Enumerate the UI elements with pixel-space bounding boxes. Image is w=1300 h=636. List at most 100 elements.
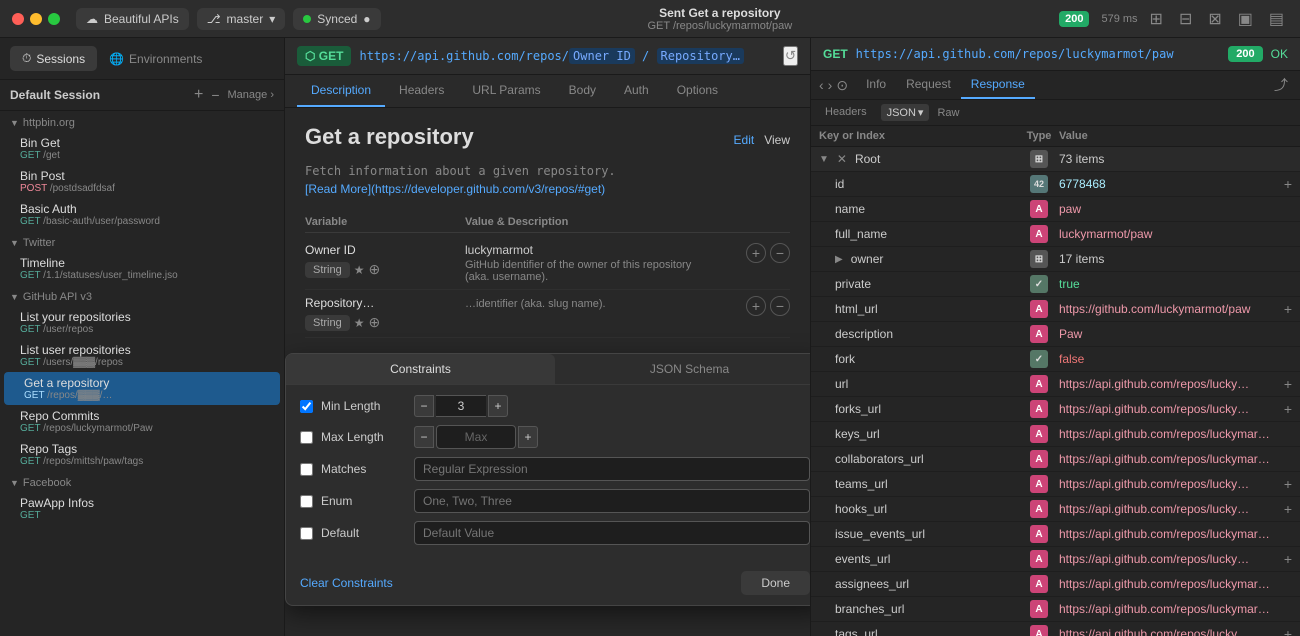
close-button[interactable] [12,13,24,25]
tab-url-params[interactable]: URL Params [458,75,554,107]
expand-root-icon[interactable]: ▼ [819,154,829,165]
tab-environments[interactable]: 🌐 Environments [97,46,214,71]
star-button2[interactable]: ★ [354,316,365,330]
enum-input[interactable] [414,489,810,513]
min-length-decrement[interactable]: − [414,395,434,417]
tree-row-branches-url[interactable]: branches_url A https://api.github.com/re… [811,597,1300,622]
tree-row-url[interactable]: url A https://api.github.com/repos/lucky… [811,372,1300,397]
add-value-button[interactable]: + [1284,401,1292,417]
layout-button-5[interactable]: ▤ [1265,5,1288,33]
add-value-button[interactable]: + [1284,551,1292,567]
sidebar-item-timeline[interactable]: Timeline GET /1.1/statuses/user_timeline… [0,252,284,285]
url-param-repo[interactable]: Repository… [657,48,744,64]
resp-sub-tab-json[interactable]: JSON ▾ [881,104,930,121]
add-value-button[interactable]: + [1284,301,1292,317]
layout-button-2[interactable]: ⊟ [1175,5,1196,33]
reload-button[interactable]: ↺ [783,46,798,66]
branch-selector[interactable]: ⎇ master ▾ [197,8,286,30]
var-value-owner[interactable]: luckymarmot [465,243,738,257]
max-length-checkbox[interactable] [300,431,313,444]
env-button2[interactable]: ⊕ [369,314,381,331]
response-back-button[interactable]: ‹ [819,77,824,93]
tree-row-private[interactable]: private ✓ true [811,272,1300,297]
sidebar-item-pawapp-infos[interactable]: PawApp Infos GET [0,492,284,525]
fullscreen-button[interactable] [48,13,60,25]
tab-body[interactable]: Body [555,75,610,107]
add-value-button[interactable]: + [1284,476,1292,492]
tab-auth[interactable]: Auth [610,75,663,107]
response-history-button[interactable]: ⊙ [836,77,848,94]
remove-session-button[interactable]: − [211,87,219,103]
group-twitter[interactable]: ▼ Twitter [0,231,284,252]
resp-sub-tab-raw[interactable]: Raw [937,104,959,121]
matches-checkbox[interactable] [300,463,313,476]
add-session-button[interactable]: + [194,86,203,104]
sidebar-item-bin-post[interactable]: Bin Post POST /postdsadfdsaf [0,165,284,198]
group-httpbin[interactable]: ▼ httpbin.org [0,111,284,132]
add-row-button[interactable]: + [746,243,766,263]
sidebar-item-list-repos[interactable]: List your repositories GET /user/repos [0,306,284,339]
tree-row-full-name[interactable]: full_name A luckymarmot/paw [811,222,1300,247]
env-button[interactable]: ⊕ [369,261,381,278]
edit-button[interactable]: Edit [734,133,755,147]
resp-sub-tab-headers[interactable]: Headers [819,104,873,121]
tree-row-forks-url[interactable]: forks_url A https://api.github.com/repos… [811,397,1300,422]
add-row-button2[interactable]: + [746,296,766,316]
sidebar-item-bin-get[interactable]: Bin Get GET /get [0,132,284,165]
popup-tab-constraints[interactable]: Constraints [286,354,555,384]
min-length-input[interactable] [436,395,486,417]
add-value-button[interactable]: + [1284,626,1292,636]
layout-button-1[interactable]: ⊞ [1146,5,1167,33]
clear-constraints-button[interactable]: Clear Constraints [300,576,393,590]
tree-row-events-url[interactable]: events_url A https://api.github.com/repo… [811,547,1300,572]
matches-input[interactable] [414,457,810,481]
max-length-decrement[interactable]: − [414,426,434,448]
tree-row-description[interactable]: description A Paw [811,322,1300,347]
add-value-button[interactable]: + [1284,501,1292,517]
tree-row-fork[interactable]: fork ✓ false [811,347,1300,372]
minimize-button[interactable] [30,13,42,25]
done-button[interactable]: Done [741,571,810,595]
resp-tab-info[interactable]: Info [856,71,896,99]
tree-row-name[interactable]: name A paw [811,197,1300,222]
read-more-link[interactable]: [Read More](https://developer.github.com… [305,182,790,196]
tree-row-assignees-url[interactable]: assignees_url A https://api.github.com/r… [811,572,1300,597]
manage-button[interactable]: Manage › [228,89,274,101]
sidebar-item-repo-commits[interactable]: Repo Commits GET /repos/luckymarmot/Paw [0,405,284,438]
tree-row-collaborators-url[interactable]: collaborators_url A https://api.github.c… [811,447,1300,472]
min-length-increment[interactable]: + [488,395,508,417]
tree-row-teams-url[interactable]: teams_url A https://api.github.com/repos… [811,472,1300,497]
sync-button[interactable]: Synced ● [293,8,380,30]
min-length-checkbox[interactable] [300,400,313,413]
tree-row-owner[interactable]: ▶ owner ⊞ 17 items [811,247,1300,272]
group-github[interactable]: ▼ GitHub API v3 [0,285,284,306]
tree-row-tags-url[interactable]: tags_url A https://api.github.com/repos/… [811,622,1300,636]
tree-row-issue-events-url[interactable]: issue_events_url A https://api.github.co… [811,522,1300,547]
type-badge-string2[interactable]: String [305,315,350,331]
resp-tab-response[interactable]: Response [961,71,1035,99]
url-param-owner[interactable]: Owner ID [569,48,635,64]
tree-row-hooks-url[interactable]: hooks_url A https://api.github.com/repos… [811,497,1300,522]
export-button[interactable]: ⤴ [1270,71,1292,99]
max-length-increment[interactable]: + [518,426,538,448]
tab-headers[interactable]: Headers [385,75,458,107]
add-value-button[interactable]: + [1284,376,1292,392]
response-forward-button[interactable]: › [828,77,833,93]
default-input[interactable] [414,521,810,545]
tree-row-root[interactable]: ▼ ✕ Root ⊞ 73 items [811,147,1300,172]
tab-description[interactable]: Description [297,75,385,107]
enum-checkbox[interactable] [300,495,313,508]
layout-button-4[interactable]: ▣ [1234,5,1257,33]
tree-row-keys-url[interactable]: keys_url A https://api.github.com/repos/… [811,422,1300,447]
add-value-button[interactable]: + [1284,176,1292,192]
resp-tab-request[interactable]: Request [896,71,961,99]
group-facebook[interactable]: ▼ Facebook [0,471,284,492]
star-button[interactable]: ★ [354,263,365,277]
sidebar-item-get-repo[interactable]: Get a repository GET /repos/▓▓▓/… [4,372,280,405]
sidebar-item-list-user-repos[interactable]: List user repositories GET /users/▓▓▓/re… [0,339,284,372]
max-length-input[interactable] [436,425,516,449]
view-button[interactable]: View [764,133,790,147]
popup-tab-json-schema[interactable]: JSON Schema [555,354,810,384]
default-checkbox[interactable] [300,527,313,540]
close-icon[interactable]: ✕ [837,152,847,166]
